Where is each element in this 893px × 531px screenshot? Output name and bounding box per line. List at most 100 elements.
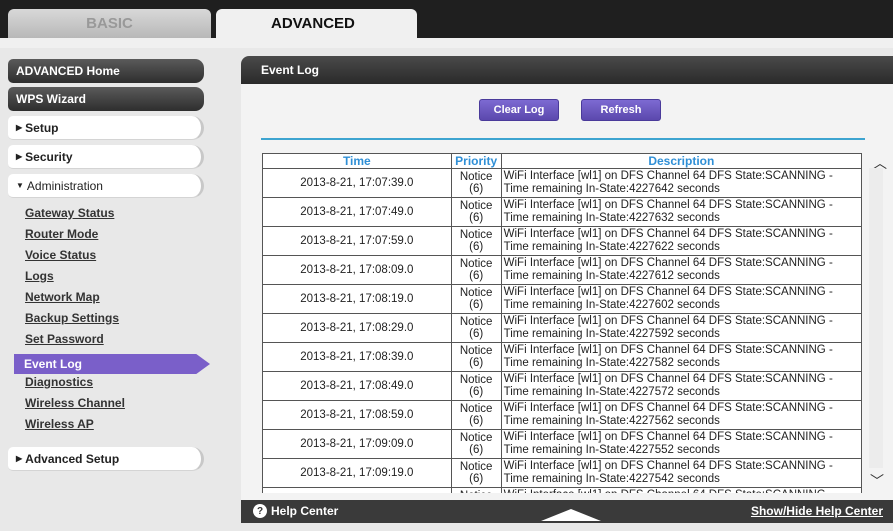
top-tab-bar: BASIC ADVANCED	[0, 0, 893, 38]
scroll-down-arrow-icon[interactable]: ﹀	[870, 471, 884, 491]
cell-time: 2013-8-21, 17:08:39.0	[262, 342, 452, 372]
description-line-2: Time remaining In-State:4227612 seconds	[503, 270, 720, 282]
table-row: 2013-8-21, 17:09:29.0Notice (6)WiFi Inte…	[262, 487, 862, 493]
cell-description: WiFi Interface [wl1] on DFS Channel 64 D…	[500, 226, 862, 256]
event-log-panel: Event Log Clear Log Refresh Time Priorit…	[241, 56, 893, 523]
description-line-1: WiFi Interface [wl1] on DFS Channel 64 D…	[503, 286, 833, 298]
cell-time: 2013-8-21, 17:07:39.0	[262, 168, 452, 198]
sidebar-item-logs[interactable]: Logs	[25, 267, 54, 285]
table-row: 2013-8-21, 17:08:19.0 Notice (6) WiFi Inte…	[262, 284, 862, 314]
cell-priority: Notice (6)	[450, 313, 502, 343]
cell-time: 2013-8-21, 17:08:09.0	[262, 255, 452, 285]
clear-log-button[interactable]: Clear Log	[479, 99, 559, 121]
sidebar-item-gateway-status[interactable]: Gateway Status	[25, 204, 114, 222]
description-line-2: Time remaining In-State:4227602 seconds	[503, 299, 720, 311]
cell-description: WiFi Interface [wl1] on DFS Channel 64 D…	[500, 487, 862, 493]
sidebar-item-diagnostics[interactable]: Diagnostics	[25, 373, 93, 391]
sidebar-administration[interactable]: ▼ Administration	[8, 174, 204, 198]
sidebar-security-label: Security	[25, 149, 73, 164]
help-center-link[interactable]: ? Help Center	[253, 504, 338, 518]
cell-time: 2013-8-21, 17:09:29.0	[262, 487, 452, 493]
description-line-1: WiFi Interface [wl1] on DFS Channel 64 D…	[503, 199, 833, 211]
cell-priority: Notice (6)	[450, 168, 502, 198]
description-line-2: Time remaining In-State:4227632 seconds	[503, 212, 720, 224]
description-line-2: Time remaining In-State:4227562 seconds	[503, 415, 720, 427]
sidebar-security[interactable]: ▶ Security	[8, 145, 204, 169]
table-row: 2013-8-21, 17:08:39.0 Notice (6) WiFi Inte…	[262, 342, 862, 372]
tab-basic[interactable]: BASIC	[8, 9, 211, 38]
sidebar-item-set-password[interactable]: Set Password	[25, 330, 104, 348]
description-line-1: WiFi Interface [wl1] on DFS Channel 64 D…	[503, 344, 833, 356]
scrollbar-track[interactable]	[869, 168, 883, 468]
table-row: 2013-8-21, 17:07:39.0 Notice (6) WiFi Inte…	[262, 168, 862, 198]
sidebar-setup-label: Setup	[25, 120, 59, 135]
cell-priority: Notice (6)	[450, 487, 502, 493]
sidebar: ADVANCED Home WPS Wizard ▶ Setup ▶ Secur…	[0, 48, 232, 531]
panel-title: Event Log	[241, 56, 893, 84]
triangle-right-icon: ▶	[16, 152, 23, 161]
sidebar-item-wireless-ap[interactable]: Wireless AP	[25, 415, 94, 433]
cell-time: 2013-8-21, 17:08:49.0	[262, 371, 452, 401]
description-line-1: WiFi Interface [wl1] on DFS Channel 64 D…	[503, 257, 833, 269]
sidebar-item-event-log[interactable]: Event Log	[14, 354, 210, 374]
sidebar-setup[interactable]: ▶ Setup	[8, 116, 204, 140]
cell-priority: Notice (6)	[450, 429, 502, 459]
cell-priority: Notice (6)	[450, 458, 502, 488]
column-header-time: Time	[262, 153, 452, 169]
column-header-priority: Priority	[450, 153, 502, 169]
sidebar-item-router-mode[interactable]: Router Mode	[25, 225, 98, 243]
description-line-1: WiFi Interface [wl1] on DFS Channel 64 D…	[503, 402, 833, 414]
description-line-1: WiFi Interface [wl1] on DFS Channel 64 D…	[504, 489, 861, 493]
description-line-1: WiFi Interface [wl1] on DFS Channel 64 D…	[503, 170, 833, 182]
table-row: 2013-8-21, 17:08:59.0 Notice (6) WiFi Inte…	[262, 400, 862, 430]
cell-priority: Notice (6)	[450, 226, 502, 256]
cell-time: 2013-8-21, 17:09:09.0	[262, 429, 452, 459]
column-header-description: Description	[500, 153, 862, 169]
cell-description: WiFi Interface [wl1] on DFS Channel 64 D…	[500, 429, 862, 459]
cell-description: WiFi Interface [wl1] on DFS Channel 64 D…	[500, 255, 862, 285]
question-icon: ?	[253, 504, 267, 518]
table-row: 2013-8-21, 17:09:19.0 Notice (6) WiFi Inte…	[262, 458, 862, 488]
tab-advanced[interactable]: ADVANCED	[216, 9, 417, 38]
table-row: 2013-8-21, 17:08:49.0 Notice (6) WiFi Inte…	[262, 371, 862, 401]
cell-time: 2013-8-21, 17:08:29.0	[262, 313, 452, 343]
description-line-1: WiFi Interface [wl1] on DFS Channel 64 D…	[503, 460, 833, 472]
cell-time: 2013-8-21, 17:09:19.0	[262, 458, 452, 488]
event-log-table-container[interactable]: Time Priority Description 2013-8-21, 17:…	[262, 153, 862, 493]
triangle-right-icon: ▶	[16, 454, 23, 463]
description-line-2: Time remaining In-State:4227552 seconds	[503, 444, 720, 456]
table-row: 2013-8-21, 17:08:29.0 Notice (6) WiFi Inte…	[262, 313, 862, 343]
cell-time: 2013-8-21, 17:08:19.0	[262, 284, 452, 314]
cell-description: WiFi Interface [wl1] on DFS Channel 64 D…	[500, 284, 862, 314]
cell-priority: Notice (6)	[450, 400, 502, 430]
description-line-2: Time remaining In-State:4227542 seconds	[503, 473, 720, 485]
sidebar-item-wireless-channel[interactable]: Wireless Channel	[25, 394, 125, 412]
cell-priority: Notice (6)	[450, 284, 502, 314]
description-line-2: Time remaining In-State:4227642 seconds	[503, 183, 720, 195]
table-row: 2013-8-21, 17:07:59.0 Notice (6) WiFi Inte…	[262, 226, 862, 256]
refresh-button[interactable]: Refresh	[581, 99, 661, 121]
cell-time: 2013-8-21, 17:08:59.0	[262, 400, 452, 430]
cell-priority: Notice (6)	[450, 255, 502, 285]
sidebar-advanced-setup[interactable]: ▶ Advanced Setup	[8, 447, 204, 471]
tab-band	[0, 38, 893, 48]
help-center-bar: ? Help Center Show/Hide Help Center	[241, 500, 893, 523]
sidebar-administration-label: Administration	[26, 178, 103, 193]
cell-description: WiFi Interface [wl1] on DFS Channel 64 D…	[500, 197, 862, 227]
sidebar-wps-wizard[interactable]: WPS Wizard	[8, 87, 204, 111]
description-line-2: Time remaining In-State:4227622 seconds	[503, 241, 720, 253]
show-hide-help-center-link[interactable]: Show/Hide Help Center	[751, 504, 883, 518]
sidebar-item-backup-settings[interactable]: Backup Settings	[25, 309, 119, 327]
sidebar-item-network-map[interactable]: Network Map	[25, 288, 100, 306]
cell-description: WiFi Interface [wl1] on DFS Channel 64 D…	[500, 400, 862, 430]
expand-triangle-icon[interactable]	[541, 509, 601, 521]
sidebar-item-voice-status[interactable]: Voice Status	[25, 246, 96, 264]
cell-description: WiFi Interface [wl1] on DFS Channel 64 D…	[500, 342, 862, 372]
triangle-down-icon: ▼	[16, 181, 24, 190]
help-center-label: Help Center	[271, 504, 339, 518]
cell-time: 2013-8-21, 17:07:49.0	[262, 197, 452, 227]
cell-priority: Notice (6)	[450, 342, 502, 372]
cell-description: WiFi Interface [wl1] on DFS Channel 64 D…	[500, 458, 862, 488]
divider	[261, 138, 865, 140]
sidebar-advanced-home[interactable]: ADVANCED Home	[8, 59, 204, 83]
